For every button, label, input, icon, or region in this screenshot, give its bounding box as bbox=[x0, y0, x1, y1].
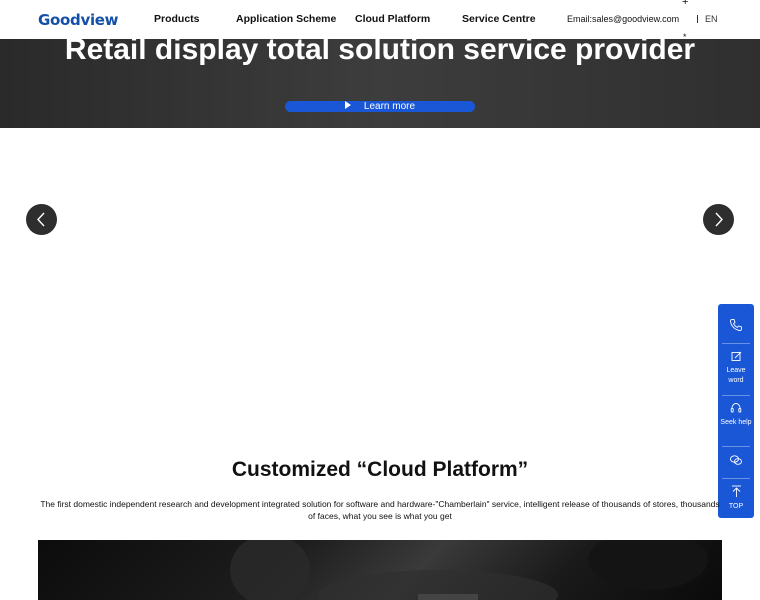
floating-contact-widget: Leave word Seek help TOP bbox=[718, 304, 754, 518]
plus-icon: + bbox=[682, 0, 689, 8]
section-description: The first domestic independent research … bbox=[40, 499, 720, 521]
section-title: Customized “Cloud Platform” bbox=[231, 458, 529, 481]
top-navigation: Goodview Products Application Scheme Clo… bbox=[0, 0, 760, 39]
learn-more-button[interactable]: Learn more bbox=[285, 101, 475, 112]
nav-item-service-centre[interactable]: Service Centre bbox=[462, 13, 536, 25]
goodview-logo[interactable]: Goodview bbox=[38, 11, 119, 29]
nav-item-application-scheme[interactable]: Application Scheme bbox=[236, 13, 336, 25]
widget-divider bbox=[722, 343, 750, 344]
play-icon bbox=[344, 101, 351, 109]
seek-help-label: Seek help bbox=[720, 419, 752, 426]
learn-more-label: Learn more bbox=[363, 101, 416, 112]
carousel-prev-button[interactable] bbox=[26, 204, 57, 235]
cloud-platform-photo bbox=[38, 540, 722, 600]
top-label: TOP bbox=[728, 503, 744, 510]
chevron-right-icon bbox=[715, 212, 723, 227]
asterisk-icon: * bbox=[683, 32, 687, 42]
headset-icon bbox=[730, 403, 742, 413]
leave-word-label: Leave word bbox=[726, 367, 746, 384]
widget-divider bbox=[722, 395, 750, 396]
hero-title: Retail display total solution service pr… bbox=[64, 39, 696, 66]
arrow-up-icon bbox=[731, 485, 741, 497]
seek-help-button[interactable]: Seek help bbox=[718, 402, 754, 428]
chevron-left-icon bbox=[37, 212, 45, 227]
leave-word-button[interactable]: Leave word bbox=[718, 351, 754, 386]
edit-icon bbox=[731, 351, 741, 361]
nav-item-cloud-platform[interactable]: Cloud Platform bbox=[355, 13, 430, 25]
widget-divider bbox=[722, 446, 750, 447]
carousel-next-button[interactable] bbox=[703, 204, 734, 235]
contact-email[interactable]: Email:sales@goodview.com bbox=[567, 14, 679, 24]
nav-separator bbox=[697, 15, 698, 23]
nav-item-products[interactable]: Products bbox=[154, 13, 200, 25]
back-to-top-button[interactable]: TOP bbox=[718, 485, 754, 512]
language-switch[interactable]: EN bbox=[705, 14, 718, 24]
office-scene-image bbox=[230, 540, 708, 600]
hero-banner: Retail display total solution service pr… bbox=[0, 39, 760, 128]
phone-icon bbox=[730, 319, 742, 331]
phone-button[interactable] bbox=[718, 318, 754, 336]
